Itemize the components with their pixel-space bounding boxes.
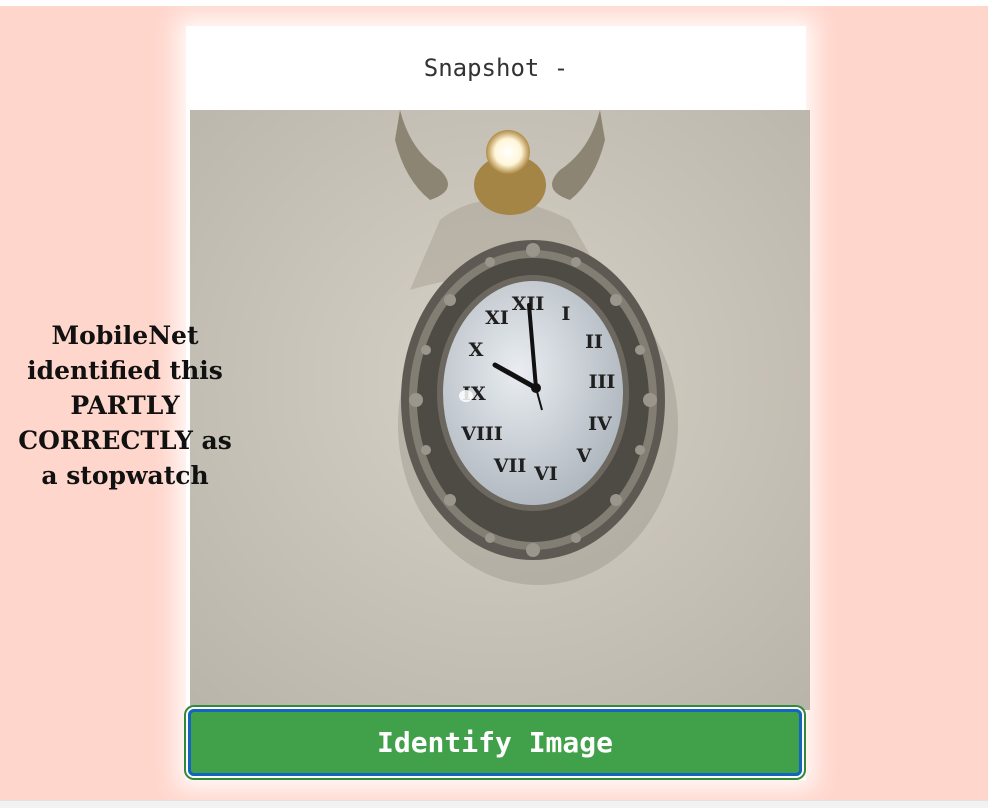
svg-text:X: X <box>469 339 484 361</box>
svg-text:VI: VI <box>533 463 558 485</box>
card-title: Snapshot - <box>423 54 569 82</box>
snapshot-card: Snapshot - I II III IV V VI VII VIII IX … <box>186 26 810 780</box>
snapshot-image: XII I II III IV V VI VII VIII IX X XI <box>190 110 810 710</box>
svg-text:II: II <box>585 331 603 353</box>
svg-text:IV: IV <box>588 413 613 435</box>
prediction-result-text: MobileNet identified this PARTLY CORRECT… <box>18 321 232 490</box>
svg-text:VIII: VIII <box>460 423 503 445</box>
svg-text:III: III <box>589 371 616 393</box>
svg-text:I: I <box>562 303 571 325</box>
svg-text:XI: XI <box>485 307 509 329</box>
identify-image-button[interactable]: Identify Image <box>186 707 804 778</box>
svg-text:VII: VII <box>493 455 527 477</box>
top-strip <box>0 0 988 6</box>
svg-text:V: V <box>576 445 593 467</box>
bottom-strip <box>0 800 988 808</box>
